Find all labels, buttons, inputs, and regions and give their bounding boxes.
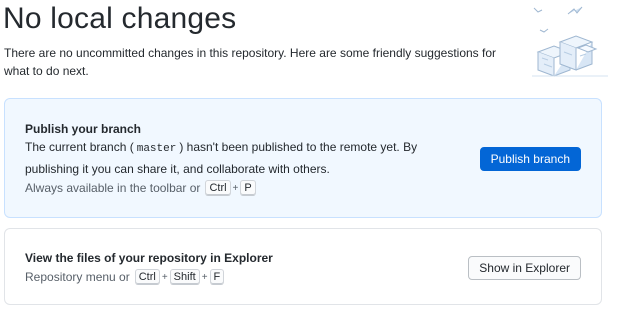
empty-state-illustration-icon [532, 6, 608, 77]
shortcut-plus: + [201, 271, 208, 283]
explorer-card-hint: Repository menu or Ctrl + Shift + F [25, 269, 225, 285]
shortcut-key-ctrl: Ctrl [205, 180, 231, 196]
branch-name: master [136, 143, 177, 155]
page-title: No local changes [3, 2, 237, 35]
publish-hint-text: Always available in the toolbar or [25, 181, 201, 195]
explorer-card-title: View the files of your repository in Exp… [25, 251, 273, 265]
publish-desc-pre: The current branch ( [25, 140, 134, 154]
explorer-hint-text: Repository menu or [25, 270, 130, 284]
publish-card-hint: Always available in the toolbar or Ctrl … [25, 180, 257, 196]
publish-branch-card: Publish your branch The current branch (… [4, 98, 602, 218]
show-in-explorer-card: View the files of your repository in Exp… [4, 228, 602, 305]
shortcut-key-f: F [209, 269, 225, 285]
shortcut-key-ctrl: Ctrl [134, 269, 160, 285]
shortcut-key-p: P [240, 180, 256, 196]
show-in-explorer-button[interactable]: Show in Explorer [468, 256, 581, 280]
publish-branch-button[interactable]: Publish branch [479, 147, 581, 171]
publish-card-title: Publish your branch [25, 122, 142, 136]
shortcut-key-shift: Shift [169, 269, 200, 285]
page-subtitle: There are no uncommitted changes in this… [4, 46, 497, 78]
shortcut-plus: + [161, 271, 168, 283]
shortcut-plus: + [232, 182, 239, 194]
publish-card-description: The current branch (master) hasn't been … [25, 137, 445, 179]
